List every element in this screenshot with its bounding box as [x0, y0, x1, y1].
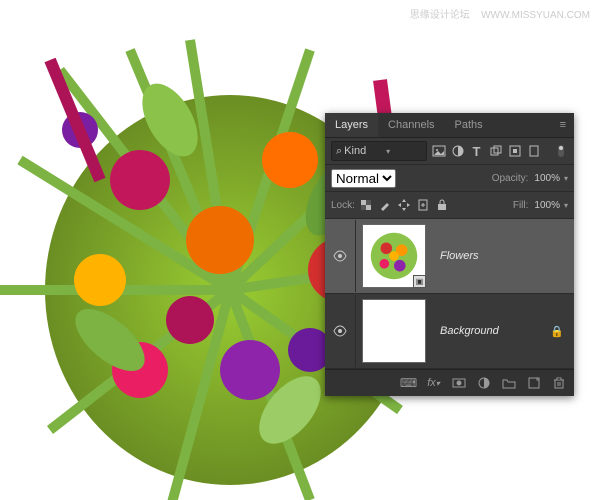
trash-icon[interactable]	[551, 376, 566, 391]
fx-icon[interactable]: fx▾	[426, 376, 441, 391]
adjust-icon[interactable]	[450, 144, 465, 159]
chevron-down-icon: ▾	[386, 147, 390, 156]
visibility-toggle[interactable]	[325, 220, 356, 292]
layer-name[interactable]: Flowers	[440, 250, 479, 262]
adjustment-icon[interactable]	[476, 376, 491, 391]
watermark: 思缘设计论坛 WWW.MISSYUAN.COM	[402, 6, 590, 21]
filter-row: ⌕ ▾ T	[325, 138, 574, 164]
visibility-toggle[interactable]	[325, 295, 356, 367]
lock-label: Lock:	[331, 200, 355, 211]
layers-panel: Layers Channels Paths ≡ ⌕ ▾ T Normal Opa…	[325, 113, 574, 396]
opacity-label: Opacity:	[492, 173, 529, 184]
smart-object-icon: ▣	[413, 275, 426, 288]
layer-list: ▣ Flowers Background 🔒	[325, 218, 574, 369]
layer-thumbnail[interactable]: ▣	[362, 224, 426, 288]
tab-layers[interactable]: Layers	[325, 113, 378, 137]
layer-name[interactable]: Background	[440, 325, 499, 337]
lock-all-icon[interactable]	[435, 198, 450, 213]
tab-paths[interactable]: Paths	[445, 113, 493, 137]
panel-tabs: Layers Channels Paths ≡	[325, 113, 574, 138]
shape-icon[interactable]	[488, 144, 503, 159]
image-icon[interactable]	[431, 144, 446, 159]
mask-icon[interactable]	[451, 376, 466, 391]
chevron-down-icon[interactable]: ▾	[564, 201, 568, 210]
blend-row: Normal Opacity: 100% ▾	[325, 164, 574, 191]
panel-footer: ⌨ fx▾	[325, 369, 574, 396]
lock-transparent-icon[interactable]	[359, 198, 374, 213]
lock-artboard-icon[interactable]	[416, 198, 431, 213]
filter-input[interactable]	[342, 144, 386, 158]
link-icon[interactable]: ⌨	[401, 376, 416, 391]
fill-value[interactable]: 100%	[534, 200, 560, 211]
eye-icon	[333, 250, 347, 262]
layer-filter-select[interactable]: ⌕ ▾	[331, 141, 427, 161]
layer-row[interactable]: Background 🔒	[325, 294, 574, 369]
eye-icon	[333, 325, 347, 337]
lock-move-icon[interactable]	[397, 198, 412, 213]
lock-row: Lock: Fill: 100% ▾	[325, 191, 574, 218]
layer-thumbnail[interactable]	[362, 299, 426, 363]
tab-channels[interactable]: Channels	[378, 113, 444, 137]
type-icon[interactable]: T	[469, 144, 484, 159]
blend-mode-select[interactable]: Normal	[331, 169, 396, 188]
filter-toggle-icon[interactable]	[553, 144, 568, 159]
chevron-down-icon[interactable]: ▾	[564, 174, 568, 183]
lock-brush-icon[interactable]	[378, 198, 393, 213]
panel-menu-icon[interactable]: ≡	[552, 119, 574, 131]
lock-icon: 🔒	[550, 325, 564, 338]
fill-label: Fill:	[513, 200, 529, 211]
layer-row[interactable]: ▣ Flowers	[325, 219, 574, 294]
watermark-url: WWW.MISSYUAN.COM	[481, 10, 590, 21]
group-icon[interactable]	[501, 376, 516, 391]
artboard-icon[interactable]	[526, 144, 541, 159]
opacity-value[interactable]: 100%	[534, 173, 560, 184]
watermark-text: 思缘设计论坛	[410, 10, 470, 21]
smart-icon[interactable]	[507, 144, 522, 159]
new-layer-icon[interactable]	[526, 376, 541, 391]
